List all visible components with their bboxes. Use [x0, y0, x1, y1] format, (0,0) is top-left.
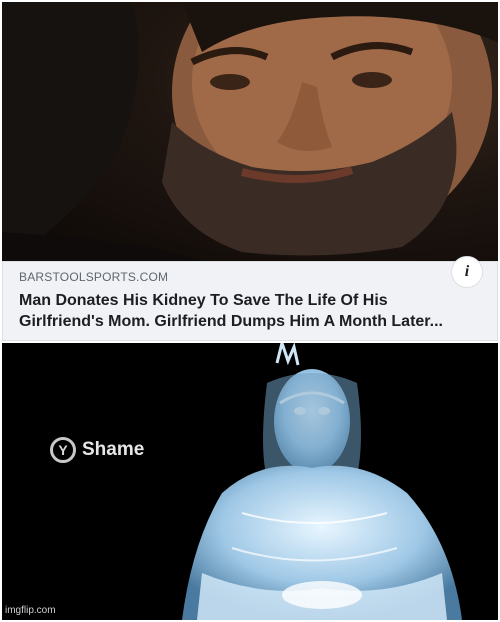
game-shame-panel: Y Shame: [2, 343, 498, 620]
link-headline[interactable]: Man Donates His Kidney To Save The Life …: [19, 290, 459, 332]
info-icon[interactable]: i: [451, 256, 483, 288]
imgflip-watermark: imgflip.com: [5, 605, 56, 616]
shame-action-label: Shame: [82, 439, 145, 460]
y-button-icon: Y: [50, 437, 76, 463]
link-source-domain: BARSTOOLSPORTS.COM: [19, 270, 169, 284]
link-preview-card[interactable]: BARSTOOLSPORTS.COM Man Donates His Kidne…: [2, 256, 498, 341]
ghost-wraith-illustration: [182, 343, 462, 620]
man-photo: [2, 2, 498, 261]
man-face-illustration: [2, 2, 498, 261]
